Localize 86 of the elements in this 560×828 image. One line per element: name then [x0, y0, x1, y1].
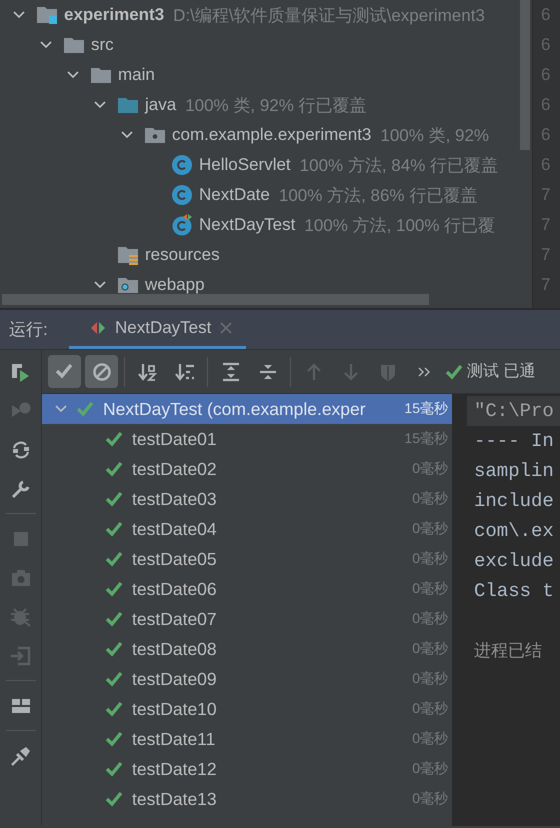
console-line: samplin	[473, 459, 555, 484]
test-row[interactable]: testDate09 0毫秒	[42, 664, 452, 694]
test-row[interactable]: testDate03 0毫秒	[42, 484, 452, 514]
run-tab[interactable]: NextDayTest	[69, 310, 246, 349]
scrollbar[interactable]	[2, 294, 429, 305]
test-class-icon	[171, 214, 193, 236]
test-name: testDate09	[132, 668, 218, 690]
console-line: com\.ex	[473, 519, 555, 544]
tree-item-label[interactable]: main	[118, 65, 155, 85]
tree-item-label[interactable]: java	[145, 95, 176, 115]
tree-item-label[interactable]: com.example.experiment3	[172, 125, 372, 145]
test-row[interactable]: testDate08 0毫秒	[42, 634, 452, 664]
test-duration: 15毫秒	[404, 400, 448, 418]
check-icon	[445, 362, 463, 380]
test-duration: 15毫秒	[404, 430, 448, 448]
run-config-icon	[90, 320, 106, 336]
tree-item-detail: D:\编程\软件质量保证与测试\experiment3	[173, 4, 485, 26]
test-duration: 0毫秒	[412, 730, 448, 748]
test-duration: 0毫秒	[412, 790, 448, 808]
module-icon	[36, 4, 58, 26]
tree-item-detail: 100% 方法, 86% 行已覆盖	[278, 184, 478, 206]
run-label: 运行:	[8, 319, 49, 341]
console-line: 进程已结	[473, 640, 543, 663]
sort-duration-icon	[174, 362, 194, 382]
test-row[interactable]: testDate10 0毫秒	[42, 694, 452, 724]
class-icon	[171, 154, 193, 176]
prohibited-icon	[92, 362, 112, 382]
console-line: include	[473, 489, 555, 514]
toolbar-button[interactable]	[85, 355, 118, 388]
tree-item-detail: 100% 类, 92% 行已覆盖	[185, 94, 367, 116]
test-row[interactable]: testDate05 0毫秒	[42, 544, 452, 574]
test-duration: 0毫秒	[412, 760, 448, 778]
test-duration: 0毫秒	[412, 460, 448, 478]
test-row[interactable]: NextDayTest (com.example.exper 15毫秒	[42, 394, 452, 424]
test-row[interactable]: testDate01 15毫秒	[42, 424, 452, 454]
tree-item-detail: 100% 方法, 84% 行已覆盖	[300, 154, 498, 176]
test-duration: 0毫秒	[412, 490, 448, 508]
test-row[interactable]: testDate13 0毫秒	[42, 784, 452, 814]
test-name: testDate13	[132, 788, 218, 810]
test-duration: 0毫秒	[412, 520, 448, 538]
test-row[interactable]: testDate02 0毫秒	[42, 454, 452, 484]
tree-item-label[interactable]: experiment3	[64, 5, 164, 25]
tree-item-detail: 100% 类, 92%	[380, 124, 490, 146]
tree-item-label[interactable]: NextDate	[199, 185, 270, 205]
test-duration: 0毫秒	[412, 550, 448, 568]
pin-icon[interactable]	[10, 744, 32, 766]
test-name: testDate02	[132, 458, 218, 480]
sort-alpha-icon	[138, 362, 158, 382]
test-status: 测试 已通	[467, 362, 536, 382]
check-icon	[54, 362, 74, 382]
tree-item-label[interactable]: resources	[145, 245, 220, 265]
test-name: testDate06	[132, 578, 218, 600]
test-duration: 0毫秒	[412, 670, 448, 688]
test-name: testDate03	[132, 488, 218, 510]
console-line: Class t	[473, 579, 555, 604]
test-row[interactable]: testDate07 0毫秒	[42, 604, 452, 634]
tree-item-label[interactable]: NextDayTest	[199, 215, 296, 235]
expand-all-icon	[220, 362, 240, 382]
test-duration: 0毫秒	[412, 700, 448, 718]
tree-item-label[interactable]: webapp	[145, 275, 205, 295]
console-line: ---- In	[473, 429, 555, 454]
test-name: NextDayTest (com.example.exper	[103, 398, 367, 420]
test-row[interactable]: testDate06 0毫秒	[42, 574, 452, 604]
console-line: exclude	[473, 549, 555, 574]
test-row[interactable]: testDate04 0毫秒	[42, 514, 452, 544]
test-name: testDate07	[132, 608, 218, 630]
scrollbar[interactable]	[520, 0, 530, 150]
test-duration: 0毫秒	[412, 580, 448, 598]
test-name: testDate05	[132, 548, 218, 570]
test-name: testDate01	[132, 428, 218, 450]
tree-item-label[interactable]: src	[91, 35, 114, 55]
toolbar-button[interactable]	[48, 355, 81, 388]
test-name: testDate10	[132, 698, 218, 720]
tree-item-detail: 100% 方法, 100% 行已覆	[304, 214, 496, 236]
resources-folder-icon	[117, 244, 139, 266]
test-name: testDate04	[132, 518, 218, 540]
wrench-icon[interactable]	[10, 478, 32, 500]
test-row[interactable]: testDate11 0毫秒	[42, 724, 452, 754]
test-name: testDate08	[132, 638, 218, 660]
test-row[interactable]: testDate12 0毫秒	[42, 754, 452, 784]
test-duration: 0毫秒	[412, 640, 448, 658]
tree-item-label[interactable]: HelloServlet	[199, 155, 291, 175]
class-icon	[171, 184, 193, 206]
test-duration: 0毫秒	[412, 610, 448, 628]
test-name: testDate11	[132, 728, 216, 750]
test-name: testDate12	[132, 758, 218, 780]
